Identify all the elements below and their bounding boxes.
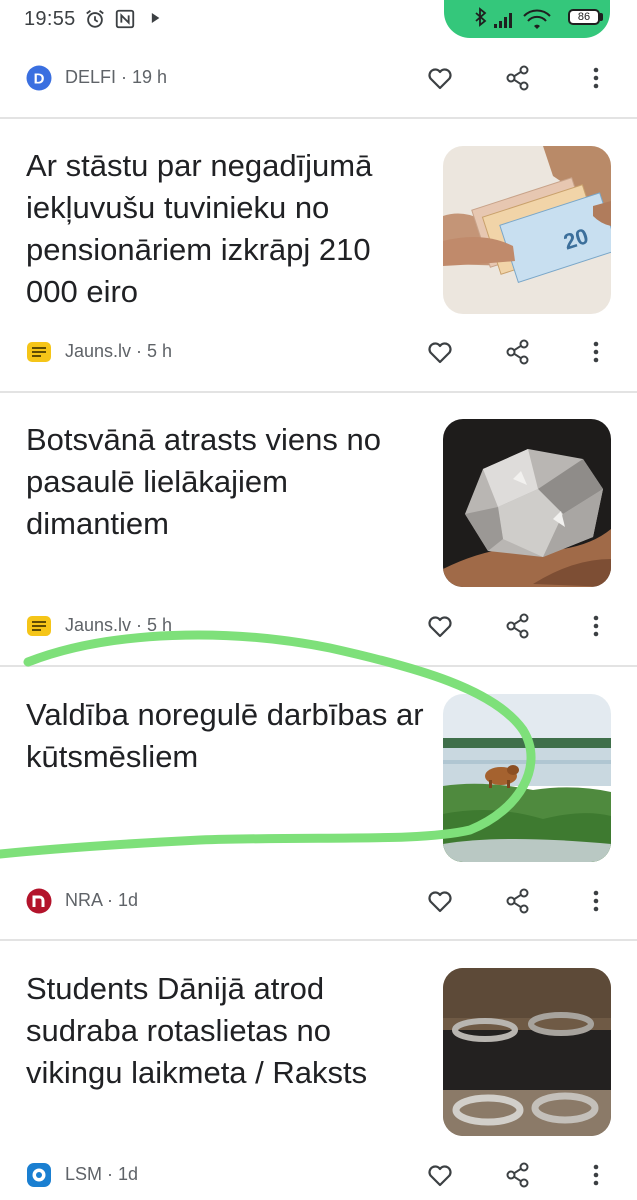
nra-logo [26, 888, 52, 914]
heart-icon [428, 68, 452, 90]
article-thumbnail[interactable] [443, 968, 611, 1136]
article-thumbnail[interactable]: 50 20 [443, 146, 611, 314]
divider [0, 391, 637, 393]
nfc-icon [114, 8, 136, 30]
article-headline[interactable]: Students Dānijā atrod sudraba rotaslieta… [26, 968, 424, 1094]
more-options-button[interactable] [580, 1159, 612, 1191]
source-row: Jauns.lv · 5 h [0, 334, 637, 370]
like-button[interactable] [424, 885, 456, 917]
divider [0, 939, 637, 941]
lsm-logo [27, 1163, 51, 1187]
like-button[interactable] [424, 1159, 456, 1191]
source-label: Jauns.lv · 5 h [65, 341, 173, 361]
article-thumbnail[interactable] [443, 694, 611, 862]
battery-icon: 86 [568, 9, 600, 25]
share-icon [506, 1162, 529, 1188]
share-icon [506, 65, 529, 91]
share-button[interactable] [502, 1159, 534, 1191]
more-vert-icon [593, 341, 599, 363]
play-icon [146, 8, 168, 30]
like-button[interactable] [424, 610, 456, 642]
status-bar: 19:55 86 [0, 0, 637, 40]
share-button[interactable] [502, 336, 534, 368]
more-vert-icon [593, 615, 599, 637]
share-icon [506, 888, 529, 914]
more-options-button[interactable] [580, 885, 612, 917]
source-label: Jauns.lv · 5 h [65, 615, 173, 635]
article-headline[interactable]: Valdība noregulē darbības ar kūtsmēsliem [26, 694, 424, 778]
more-vert-icon [593, 890, 599, 912]
source-label: NRA · 1d [65, 890, 139, 910]
source-label: LSM · 1d [65, 1164, 139, 1184]
source-row: LSM · 1d [0, 1157, 637, 1193]
battery-tip [600, 13, 603, 21]
more-options-button[interactable] [580, 62, 612, 94]
divider [0, 117, 637, 119]
wifi-icon [523, 9, 551, 29]
more-vert-icon [593, 67, 599, 89]
article-headline[interactable]: Botsvānā atrasts viens no pasaulē lielāk… [26, 419, 424, 545]
bluetooth-icon [475, 7, 487, 27]
source-label: DELFI · 19 h [65, 67, 168, 87]
like-button[interactable] [424, 336, 456, 368]
alarm-icon [84, 8, 106, 30]
source-row: Jauns.lv · 5 h [0, 608, 637, 644]
heart-icon [428, 616, 452, 638]
jauns-logo [27, 616, 51, 636]
status-time: 19:55 [24, 8, 76, 30]
like-button[interactable] [424, 62, 456, 94]
share-button[interactable] [502, 885, 534, 917]
article-thumbnail[interactable] [443, 419, 611, 587]
jauns-logo [27, 342, 51, 362]
heart-icon [428, 1165, 452, 1187]
more-options-button[interactable] [580, 336, 612, 368]
share-button[interactable] [502, 610, 534, 642]
share-icon [506, 339, 529, 365]
share-button[interactable] [502, 62, 534, 94]
article-headline[interactable]: Ar stāstu par negadījumā iekļuvušu tuvin… [26, 145, 424, 313]
source-row: NRA · 1d [0, 883, 637, 919]
more-options-button[interactable] [580, 610, 612, 642]
heart-icon [428, 891, 452, 913]
heart-icon [428, 342, 452, 364]
more-vert-icon [593, 1164, 599, 1186]
svg-text:D: D [34, 71, 45, 88]
delfi-logo: D [26, 65, 52, 91]
signal-icon [494, 13, 512, 28]
source-row: D DELFI · 19 h [0, 60, 637, 96]
divider [0, 665, 637, 667]
share-icon [506, 613, 529, 639]
